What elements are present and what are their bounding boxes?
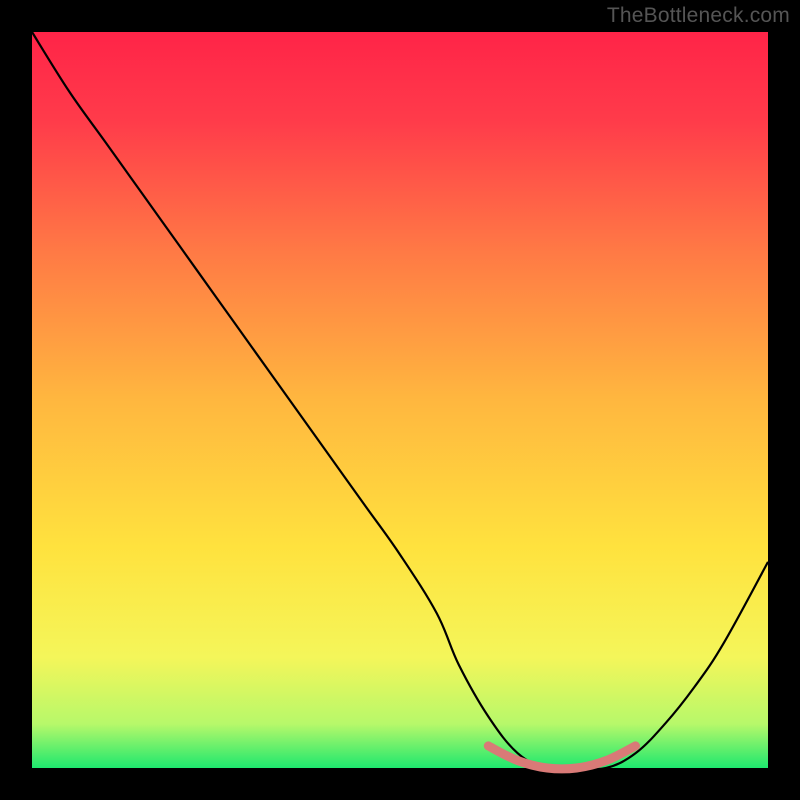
chart-svg xyxy=(0,0,800,800)
watermark-text: TheBottleneck.com xyxy=(607,4,790,28)
plot-area xyxy=(32,32,768,768)
chart-container: TheBottleneck.com xyxy=(0,0,800,800)
